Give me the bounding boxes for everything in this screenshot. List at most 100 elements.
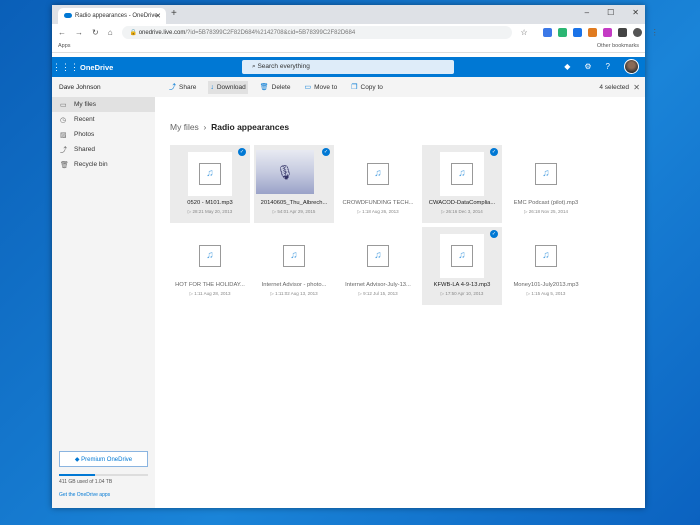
share-icon: ⤴ (169, 84, 176, 91)
close-tab-icon[interactable]: ✕ (155, 12, 161, 20)
home-icon[interactable]: ⌂ (108, 28, 113, 37)
other-bookmarks[interactable]: Other bookmarks (597, 43, 639, 49)
search-input[interactable]: ⌕ Search everything (242, 60, 454, 74)
move-to-button[interactable]: ▭ Move to (302, 80, 339, 94)
share-icon: ⤴ (60, 146, 67, 154)
audio-file-icon: ♫ (367, 245, 389, 267)
clear-selection-icon[interactable]: ✕ (633, 83, 640, 92)
user-name: Dave Johnson (59, 84, 101, 91)
storage-bar (59, 474, 148, 476)
file-name[interactable]: Money101-July2013.mp3 (506, 282, 586, 288)
sidebar-item-photos[interactable]: ▨ Photos (52, 127, 155, 142)
file-thumbnail: ♫ (440, 152, 484, 196)
selected-check-icon[interactable]: ✓ (238, 148, 246, 156)
folder-icon: ▭ (60, 101, 67, 109)
tab-title: Radio appearances - OneDrive (75, 13, 158, 19)
sidebar-item-my-files[interactable]: ▭ My files (52, 97, 155, 112)
app-launcher-icon[interactable]: ⋮⋮⋮ (52, 62, 79, 73)
file-tile[interactable]: ♫ Internet Advisor - photo... ▷ 1:11:02 Au… (254, 227, 334, 305)
download-icon: ↓ (210, 83, 214, 91)
audio-file-icon: ♫ (283, 245, 305, 267)
close-window-button[interactable]: ✕ (632, 8, 639, 17)
new-tab-button[interactable]: + (171, 8, 177, 19)
file-name[interactable]: Internet Advisor-July-13... (338, 282, 418, 288)
file-thumbnail: ♫ (188, 234, 232, 278)
reload-icon[interactable]: ↻ (92, 28, 99, 37)
download-button[interactable]: ↓ Download (208, 80, 248, 94)
file-tile[interactable]: ♫ EMC Podcast (pilot).mp3 ▷ 26:18 Nov 25, … (506, 145, 586, 223)
file-tile[interactable]: ♫ CROWDFUNDING TECH... ▷ 1:18 Aug 26, 2013 (338, 145, 418, 223)
selected-check-icon[interactable]: ✓ (322, 148, 330, 156)
file-name[interactable]: KFWB-LA 4-9-13.mp3 (422, 282, 502, 288)
file-meta: ▷ 54:01 Apr 29, 2015 (272, 209, 316, 214)
selected-check-icon[interactable]: ✓ (490, 230, 498, 238)
extension-icon[interactable] (617, 28, 627, 37)
file-area: My files › Radio appearances ♫ ✓ 0520 - M1… (155, 97, 645, 508)
file-name[interactable]: 0520 - M101.mp3 (170, 200, 250, 206)
selected-check-icon[interactable]: ✓ (490, 148, 498, 156)
premium-button[interactable]: ◆ Premium OneDrive (59, 451, 148, 467)
file-tile[interactable]: 🎙 ✓ 20140605_Thu_Albrech... ▷ 54:01 Apr 29,… (254, 145, 334, 223)
file-thumbnail: ♫ (356, 234, 400, 278)
file-thumbnail: ♫ (272, 234, 316, 278)
file-name[interactable]: HOT FOR THE HOLIDAY... (170, 282, 250, 288)
trash-icon: 🗑 (60, 161, 69, 169)
file-tile[interactable]: ♫ ✓ KFWB-LA 4-9-13.mp3 ▷ 17:50 Apr 10, 2013 (422, 227, 502, 305)
forward-icon[interactable]: → (75, 28, 83, 37)
file-tile[interactable]: ♫ Money101-July2013.mp3 ▷ 1:15 Aug 5, 2013 (506, 227, 586, 305)
get-apps-link[interactable]: Get the OneDrive apps (59, 492, 110, 498)
file-tile[interactable]: ♫ Internet Advisor-July-13... ▷ 9:12 Jul 1… (338, 227, 418, 305)
file-tile[interactable]: ♫ ✓ 0520 - M101.mp3 ▷ 28:21 May 20, 2013 (170, 145, 250, 223)
file-thumbnail: ♫ (524, 234, 568, 278)
apps-bookmark[interactable]: Apps (58, 43, 71, 49)
avatar[interactable] (624, 59, 639, 74)
share-button[interactable]: ⤴ Share (167, 79, 198, 95)
audio-file-icon: ♫ (535, 245, 557, 267)
url-input[interactable]: 🔒 onedrive.live.com/?id=5B78399C2F82D684… (121, 26, 512, 39)
bookmarks-bar: Apps Other bookmarks (52, 41, 645, 53)
star-icon[interactable]: ☆ (521, 28, 528, 37)
copy-to-button[interactable]: ❐ Copy to (349, 80, 385, 94)
maximize-button[interactable]: ☐ (607, 8, 614, 17)
minimize-button[interactable]: – (585, 8, 589, 17)
breadcrumb-root[interactable]: My files (170, 122, 199, 132)
help-icon[interactable]: ? (606, 62, 610, 71)
file-meta: ▷ 1:11:02 Aug 13, 2013 (270, 291, 318, 296)
file-thumbnail: ♫ (440, 234, 484, 278)
profile-icon[interactable] (632, 28, 642, 37)
file-thumbnail: ♫ (356, 152, 400, 196)
file-name[interactable]: CWACOD-DataComplia... (422, 200, 502, 206)
audio-file-icon: ♫ (451, 163, 473, 185)
trash-icon: 🗑 (259, 84, 269, 91)
sidebar-item-recycle-bin[interactable]: 🗑 Recycle bin (52, 157, 155, 172)
file-name[interactable]: Internet Advisor - photo... (254, 282, 334, 288)
breadcrumb: My files › Radio appearances (170, 122, 290, 132)
storage-quota[interactable]: 411 GB used of 1.04 TB (59, 479, 112, 485)
menu-icon[interactable]: ⋮ (651, 28, 659, 37)
file-name[interactable]: CROWDFUNDING TECH... (338, 200, 418, 206)
sidebar-item-shared[interactable]: ⤴ Shared (52, 142, 155, 157)
file-tile[interactable]: ♫ HOT FOR THE HOLIDAY... ▷ 1:11 Aug 28, 20… (170, 227, 250, 305)
extension-icon[interactable] (587, 28, 597, 37)
file-thumbnail: ♫ (188, 152, 232, 196)
premium-diamond-icon[interactable]: ◆ (564, 62, 570, 71)
extension-icon[interactable] (542, 28, 552, 37)
file-meta: ▷ 1:11 Aug 28, 2013 (189, 291, 231, 296)
browser-tab[interactable]: Radio appearances - OneDrive ✕ (58, 8, 166, 24)
browser-window: Radio appearances - OneDrive ✕ + – ☐ ✕ ← → ↻ ⌂… (52, 5, 659, 508)
file-name[interactable]: EMC Podcast (pilot).mp3 (506, 200, 586, 206)
extension-icon[interactable] (602, 28, 612, 37)
settings-gear-icon[interactable]: ⚙ (584, 62, 591, 71)
app-name[interactable]: OneDrive (80, 63, 113, 72)
file-tile[interactable]: ♫ ✓ CWACOD-DataComplia... ▷ 26:16 Dec 3, 20… (422, 145, 502, 223)
file-name[interactable]: 20140605_Thu_Albrech... (254, 200, 334, 206)
clock-icon: ◷ (60, 116, 67, 124)
sidebar-item-recent[interactable]: ◷ Recent (52, 112, 155, 127)
sidebar: Dave Johnson ▭ My files ◷ Recent ▨ Photos ⤴… (52, 77, 155, 508)
extension-icon[interactable] (572, 28, 582, 37)
audio-file-icon: ♫ (199, 163, 221, 185)
delete-button[interactable]: 🗑 Delete (258, 80, 293, 94)
file-meta: ▷ 17:50 Apr 10, 2013 (440, 291, 484, 296)
extension-icon[interactable] (557, 28, 567, 37)
back-icon[interactable]: ← (58, 28, 66, 37)
